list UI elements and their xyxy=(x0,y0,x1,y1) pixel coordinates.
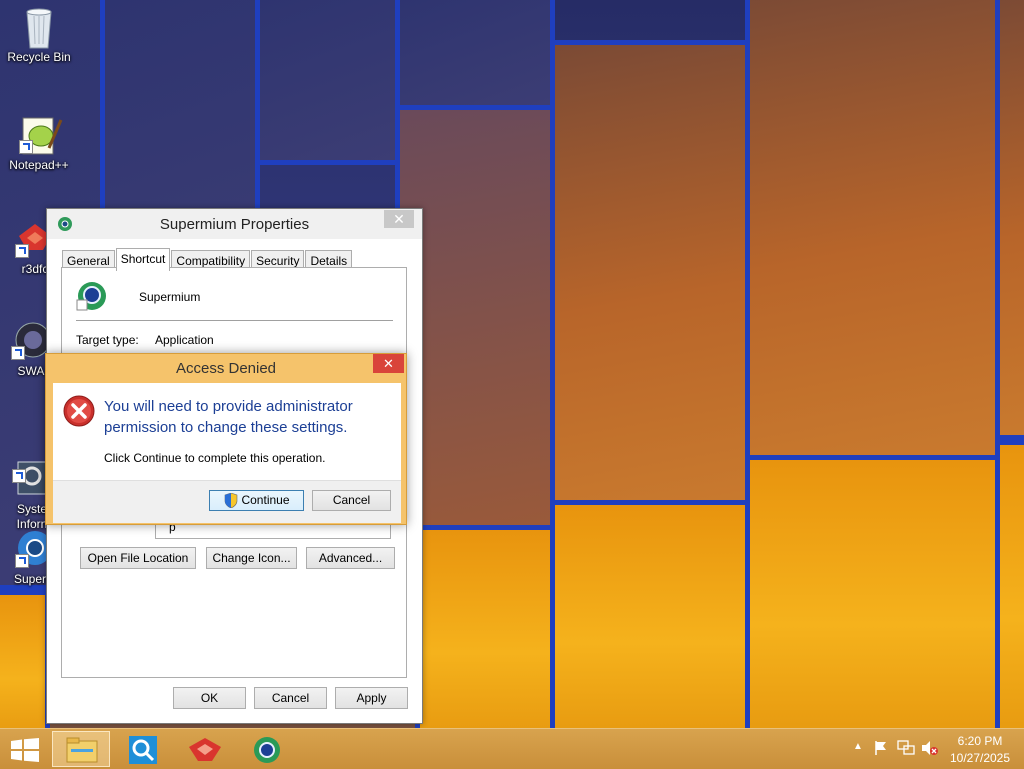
access-denied-sub-message: Click Continue to complete this operatio… xyxy=(104,451,326,465)
wallpaper-pane xyxy=(550,500,750,728)
wallpaper-pane xyxy=(415,525,555,728)
wallpaper-pane xyxy=(995,0,1024,440)
ok-button[interactable]: OK xyxy=(173,687,246,709)
apply-button[interactable]: Apply xyxy=(335,687,408,709)
clock-time[interactable]: 6:20 PM xyxy=(945,734,1015,748)
close-icon: ✕ xyxy=(393,211,405,227)
divider xyxy=(76,320,393,321)
search-magnifier-icon xyxy=(128,735,158,768)
shortcut-arrow-icon xyxy=(11,346,25,360)
desktop-icon-recycle-bin[interactable]: Recycle Bin xyxy=(1,6,77,64)
r3dfox-icon xyxy=(188,737,222,766)
shortcut-arrow-icon xyxy=(15,244,29,258)
clock-date[interactable]: 10/27/2025 xyxy=(945,751,1015,765)
cancel-button[interactable]: Cancel xyxy=(254,687,327,709)
action-center-flag-icon[interactable] xyxy=(873,740,889,759)
tab-shortcut[interactable]: Shortcut xyxy=(115,248,171,271)
shortcut-arrow-icon xyxy=(12,469,26,483)
access-denied-body: You will need to provide administrator p… xyxy=(53,383,401,523)
access-denied-title: Access Denied xyxy=(175,360,277,377)
desktop-icon-label: Recycle Bin xyxy=(7,50,71,64)
properties-titlebar[interactable]: Supermium Properties ✕ xyxy=(47,209,422,239)
access-denied-dialog: Access Denied ✕ You will need to provide… xyxy=(45,353,407,525)
windows-logo-icon xyxy=(11,738,39,765)
wallpaper-pane xyxy=(745,455,1000,728)
access-denied-footer: Continue Cancel xyxy=(53,480,401,523)
recycle-bin-icon xyxy=(19,6,59,49)
open-file-location-button[interactable]: Open File Location xyxy=(80,547,196,569)
taskbar-file-explorer[interactable] xyxy=(52,731,110,767)
taskbar-search-app[interactable] xyxy=(114,731,172,767)
target-type-value: Application xyxy=(155,333,214,347)
shortcut-arrow-icon xyxy=(19,140,33,154)
wallpaper-pane xyxy=(995,440,1024,728)
supermium-icon xyxy=(252,735,282,768)
desktop-icon-notepad-plus-plus[interactable]: Notepad++ xyxy=(1,114,77,172)
access-denied-close-button[interactable]: ✕ xyxy=(373,354,404,373)
taskbar-r3dfox[interactable] xyxy=(176,731,234,767)
wallpaper-pane xyxy=(550,40,750,510)
taskbar-supermium[interactable] xyxy=(238,731,296,767)
access-denied-message: You will need to provide administrator p… xyxy=(104,398,353,436)
properties-close-button[interactable]: ✕ xyxy=(384,210,414,228)
wallpaper-pane xyxy=(745,0,1000,460)
supermium-icon xyxy=(76,280,108,315)
wallpaper-pane xyxy=(255,0,400,165)
taskbar: ▲ 6:20 PM 10/27/2025 xyxy=(0,728,1024,769)
volume-muted-icon[interactable] xyxy=(921,740,939,759)
start-button[interactable] xyxy=(11,738,39,765)
app-name: Supermium xyxy=(139,290,201,304)
show-hidden-icons-chevron-icon[interactable]: ▲ xyxy=(853,741,863,752)
network-icon[interactable] xyxy=(897,740,915,759)
dialog-cancel-button[interactable]: Cancel xyxy=(312,490,391,511)
close-icon: ✕ xyxy=(383,356,394,371)
file-explorer-icon xyxy=(66,737,98,766)
change-icon-button[interactable]: Change Icon... xyxy=(206,547,297,569)
properties-tabs: General Shortcut Compatibility Security … xyxy=(62,248,353,271)
wallpaper-pane xyxy=(0,590,50,728)
advanced-button[interactable]: Advanced... xyxy=(306,547,395,569)
desktop-icon-label: Notepad++ xyxy=(9,158,69,172)
continue-button[interactable]: Continue xyxy=(209,490,304,511)
shortcut-arrow-icon xyxy=(15,554,29,568)
properties-title: Supermium Properties xyxy=(159,216,310,233)
wallpaper-pane xyxy=(395,0,555,110)
notepad-plus-plus-icon xyxy=(19,114,63,155)
uac-shield-icon xyxy=(224,492,238,514)
error-icon xyxy=(63,395,95,430)
target-type-label: Target type: xyxy=(76,333,139,347)
